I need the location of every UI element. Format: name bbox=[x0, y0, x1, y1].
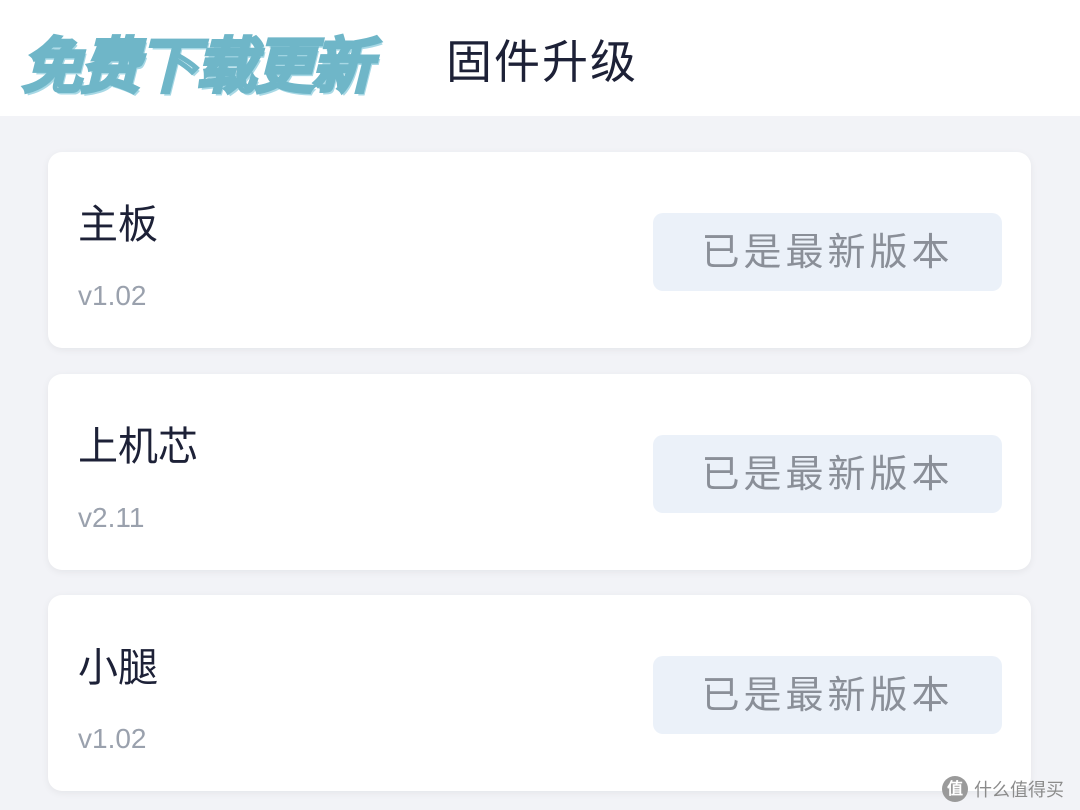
firmware-card-mainboard: 主板 v1.02 已是最新版本 bbox=[48, 152, 1031, 348]
watermark-logo-icon: 值 bbox=[942, 776, 968, 802]
firmware-name: 小腿 bbox=[78, 645, 158, 691]
firmware-card-upper-movement: 上机芯 v2.11 已是最新版本 bbox=[48, 374, 1031, 570]
up-to-date-button[interactable]: 已是最新版本 bbox=[653, 435, 1002, 513]
watermark: 值 什么值得买 bbox=[942, 776, 1064, 802]
up-to-date-button[interactable]: 已是最新版本 bbox=[653, 656, 1002, 734]
page-title: 固件升级 bbox=[446, 35, 638, 89]
up-to-date-button[interactable]: 已是最新版本 bbox=[653, 213, 1002, 291]
firmware-name: 主板 bbox=[78, 202, 158, 248]
firmware-version: v2.11 bbox=[78, 502, 145, 533]
firmware-card-calf: 小腿 v1.02 已是最新版本 bbox=[48, 595, 1031, 791]
firmware-name: 上机芯 bbox=[78, 424, 198, 470]
top-header: 免费下载更新 固件升级 bbox=[0, 0, 1080, 116]
firmware-version: v1.02 bbox=[78, 723, 147, 754]
promo-overlay-text: 免费下载更新 bbox=[21, 31, 374, 104]
firmware-version: v1.02 bbox=[78, 280, 147, 311]
watermark-text: 什么值得买 bbox=[974, 780, 1064, 801]
